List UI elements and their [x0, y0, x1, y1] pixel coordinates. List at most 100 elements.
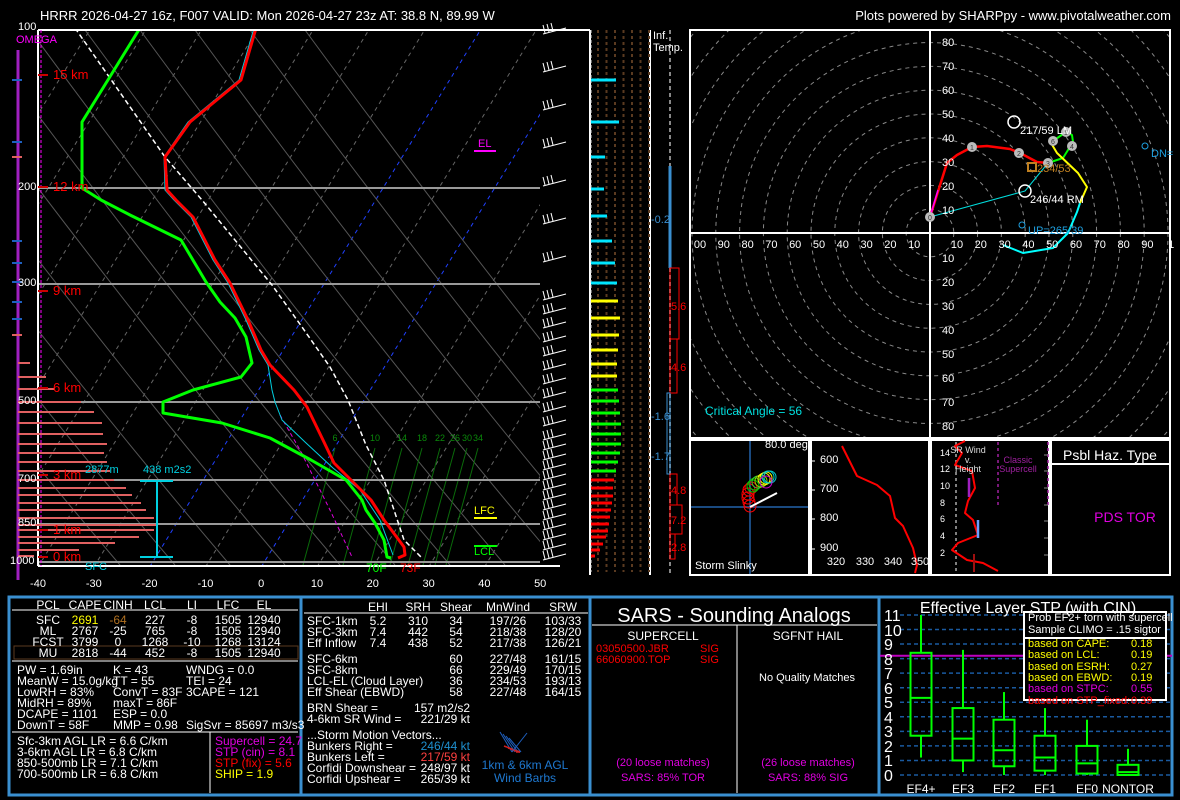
wind-barb-flag — [550, 478, 554, 488]
hodograph-axis-label: 20 — [942, 181, 955, 193]
wind-barb-flag — [550, 518, 554, 528]
wind-barb-flag — [546, 61, 550, 71]
downshear-label: DN= — [1151, 148, 1174, 160]
stp-category-label: EF0 — [1075, 782, 1099, 796]
wind-barb-flag — [542, 520, 546, 530]
surface-dewpoint-label: 70F — [366, 561, 387, 575]
sars-hail-result: SARS: 88% SIG — [767, 772, 849, 784]
theta-pressure-label: 700 — [820, 483, 839, 495]
hodograph-axis-label: 40 — [942, 133, 955, 145]
index-value: DownT = 58F — [17, 718, 90, 732]
wind-barb-flag — [546, 509, 550, 519]
barb-legend-staff — [511, 732, 528, 753]
wind-barb-staff — [542, 405, 567, 413]
left-mover-label: 217/59 LM — [1020, 125, 1072, 137]
hodograph-axis-label: 50 — [942, 109, 955, 121]
hodograph-axis-label: 10 — [942, 253, 955, 265]
wind-barb-staff — [542, 533, 567, 541]
temperature-tick-label: -10 — [197, 578, 214, 590]
dry-adiabat-line — [38, 259, 286, 565]
wind-barb-flag — [550, 428, 554, 438]
wind-barb-flag — [546, 387, 550, 397]
hodograph-axis-label: 80 — [942, 37, 955, 49]
pressure-label: 300 — [18, 277, 37, 289]
wind-barb-flag — [550, 498, 554, 508]
wind-barb-flag — [546, 469, 550, 479]
wind-barb-flag — [550, 344, 554, 354]
wind-barb-flag — [546, 549, 550, 559]
stp-inset-value: 0.18 — [1131, 638, 1153, 650]
storm-motion-value: 265/39 kt — [420, 772, 470, 786]
inftemp-value: 2.8 — [671, 542, 687, 554]
hodograph-axis-label: 10 — [942, 205, 955, 217]
mixing-ratio-line — [422, 447, 456, 565]
hodograph-axis-label: 40 — [1022, 239, 1035, 251]
height-label: 15 km — [53, 67, 89, 82]
parcel-table-cell: -8 — [186, 646, 198, 660]
mixing-ratio-label: 26 — [449, 433, 461, 443]
wind-barb-flag — [546, 331, 550, 341]
sars-hail-title: SGFNT HAIL — [772, 629, 844, 643]
sars-supercell-title: SUPERCELL — [627, 629, 699, 643]
temperature-trace — [163, 30, 407, 560]
sr-wind-title: SR Wind — [950, 445, 986, 455]
kinematics-cell: 7.4 — [369, 636, 387, 650]
sr-height-tick: 6 — [940, 514, 946, 524]
wind-barb-flag — [542, 176, 546, 186]
height-marker-label: 0 — [928, 215, 932, 222]
wind-barb-staff — [542, 493, 567, 501]
wind-barb-flag — [546, 345, 550, 355]
wind-barb-flag — [546, 317, 550, 327]
wind-barb-flag — [550, 316, 554, 326]
sr-height-tick: 8 — [940, 498, 946, 508]
hodograph-axis-label: 50 — [812, 239, 826, 251]
wind-barb-flag — [546, 519, 550, 529]
height-marker-label: 1 — [970, 145, 974, 152]
dry-adiabat-line — [38, 187, 341, 565]
kinematics-cell: 164/15 — [544, 685, 582, 699]
upshear-marker — [1018, 221, 1026, 229]
wind-barb-flag — [546, 213, 550, 223]
parcel-table-header: LCL — [143, 598, 167, 612]
omega-label: OMEGA — [16, 34, 57, 46]
hodograph-axis-label: 80 — [741, 239, 754, 251]
wind-barb-staff — [542, 483, 567, 491]
kinematics-cell: 438 — [407, 636, 429, 650]
wind-barb-flag — [550, 414, 554, 424]
height-label: 12 km — [53, 179, 89, 194]
barb-legend-text: Wind Barbs — [493, 771, 557, 785]
stp-inset-label: based on LCL: — [1028, 649, 1100, 662]
wind-barb-flag — [550, 174, 554, 184]
classic-supercell-label: Supercell — [999, 464, 1037, 474]
theta-value-label: 340 — [883, 556, 903, 568]
wind-barb-flag — [550, 508, 554, 518]
kinematics-cell: 52 — [449, 636, 463, 650]
mixing-ratio-label: 18 — [416, 433, 428, 443]
wind-barb-staff — [542, 321, 567, 329]
sars-match[interactable]: 66060900.TOP — [596, 654, 670, 666]
stp-box-EF4+ — [909, 651, 933, 737]
temperature-tick-label: 30 — [422, 578, 435, 590]
hodograph-axis-label: 70 — [1093, 239, 1106, 251]
composite-index: SHIP = 1.9 — [215, 767, 274, 781]
theta-pressure-label: 900 — [820, 542, 839, 554]
pressure-label: 850 — [18, 517, 37, 529]
header-credit[interactable]: Plots powered by SHARPpy - www.pivotalwe… — [855, 9, 1171, 23]
wind-barb-flag — [546, 289, 550, 299]
kinematics-header: SRW — [549, 600, 577, 614]
stp-box-EF0 — [1075, 744, 1099, 775]
parcel-table-cell: -44 — [109, 646, 127, 660]
wind-barb-flag — [542, 332, 546, 342]
parcel-table-cell: MU — [38, 646, 58, 660]
wind-barb-flag — [550, 386, 554, 396]
wind-barb-staff — [542, 363, 567, 371]
parcel-table-header: CAPE — [68, 598, 102, 612]
hodograph-axis-label: 20 — [942, 277, 955, 289]
hodograph-axis-label: 30 — [860, 239, 873, 251]
kinematics-header: SRH — [405, 600, 431, 614]
height-label: 1 km — [53, 522, 82, 537]
hodograph-axis-label: 30 — [942, 301, 955, 313]
isotherm-line — [38, 30, 202, 297]
height-marker-label: 2 — [1017, 151, 1021, 158]
temperature-tick-label: 0 — [258, 578, 265, 590]
